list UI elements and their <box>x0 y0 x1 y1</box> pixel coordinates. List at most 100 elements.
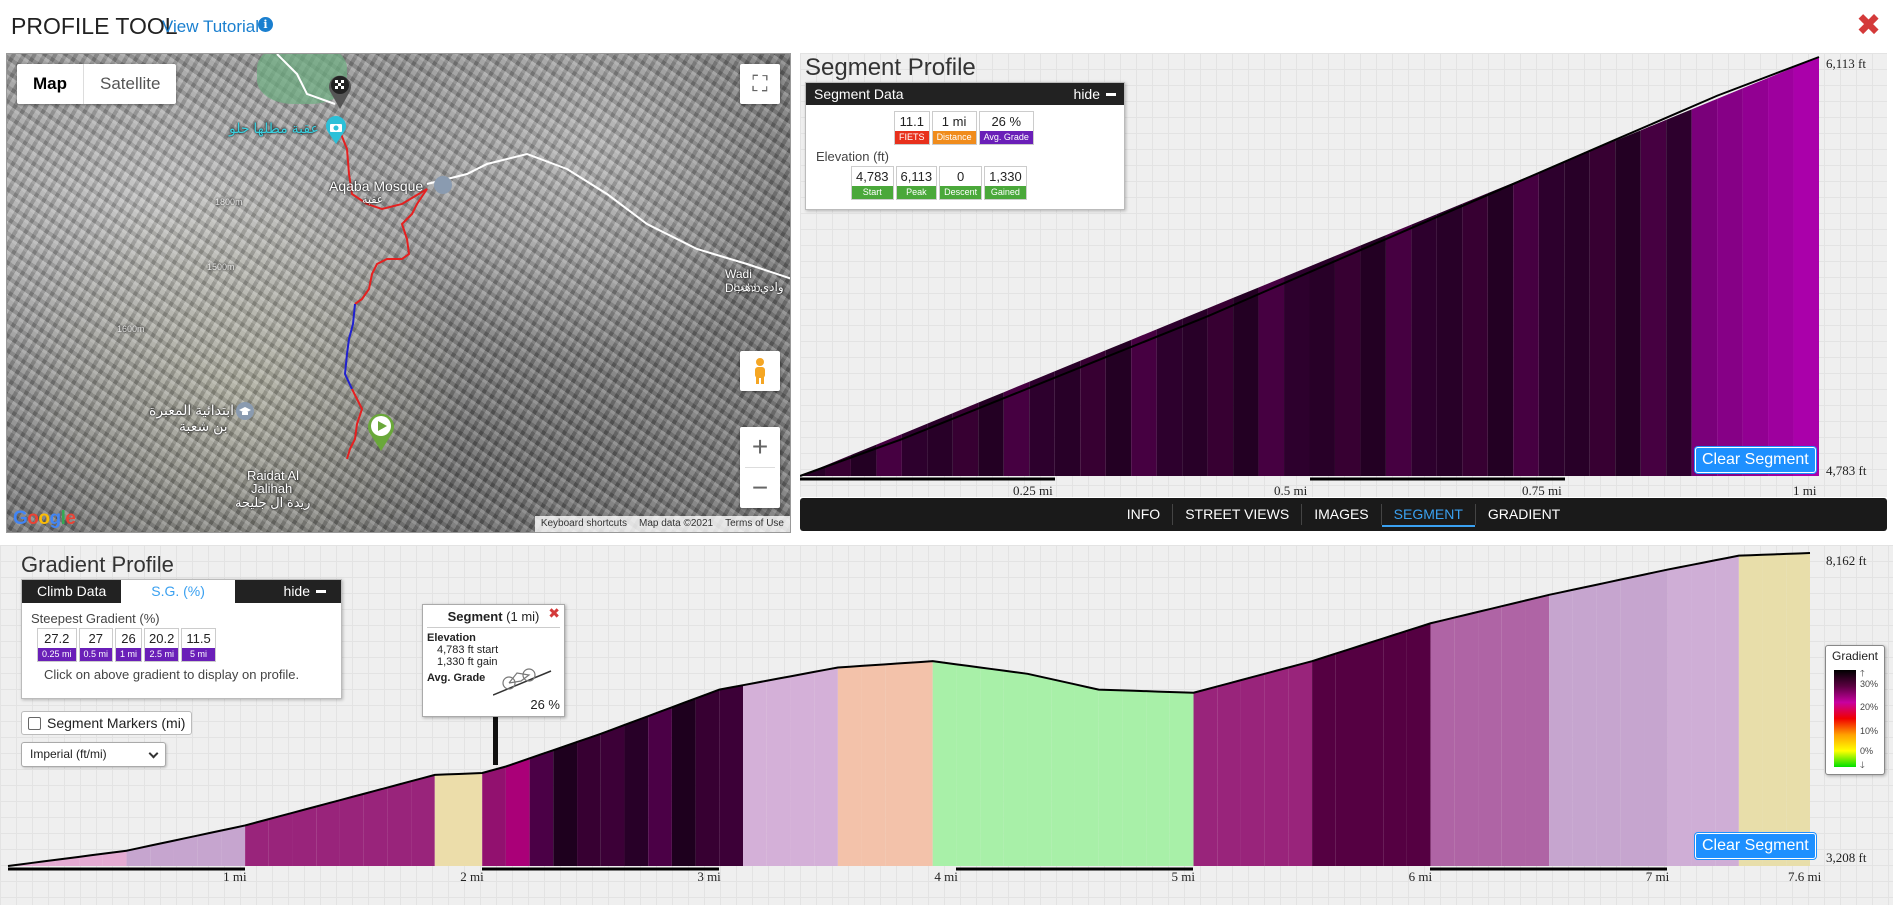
gradient-hint: Click on above gradient to display on pr… <box>44 667 300 682</box>
segment-area-slice <box>1054 360 1081 476</box>
segment-area-slice <box>1768 67 1794 476</box>
gradient-y-top-label: 8,162 ft <box>1826 553 1867 568</box>
segment-markers-label: Segment Markers (mi) <box>47 715 186 731</box>
elevation-label: Elevation (ft) <box>816 149 889 164</box>
bicycle-icon <box>493 668 552 696</box>
mosque-icon[interactable] <box>433 175 453 195</box>
segment-markers-toggle[interactable]: Segment Markers (mi) <box>21 711 193 735</box>
gradient-area-slice <box>695 689 720 866</box>
stat-chip[interactable]: 1,330 Gained <box>984 166 1027 200</box>
stat-chip[interactable]: 26 1 mi <box>115 628 143 662</box>
legend-down-icon: 🡓 <box>1860 760 1865 770</box>
gradient-area-slice <box>885 662 909 866</box>
units-select-value: Imperial (ft/mi) <box>30 747 107 761</box>
gradient-area-slice <box>932 661 957 866</box>
route-overlay <box>276 54 790 460</box>
segment-area-slice <box>1666 109 1692 476</box>
climb-hide-button[interactable]: hide <box>269 580 341 603</box>
map-type-satellite[interactable]: Satellite <box>84 64 176 104</box>
stat-chip[interactable]: 26 % Avg. Grade <box>978 111 1034 145</box>
gradient-area-slice <box>1572 584 1597 866</box>
stat-chip[interactable]: 20.2 2.5 mi <box>144 628 180 662</box>
camera-icon[interactable] <box>323 116 349 146</box>
stat-label: Distance <box>932 131 976 144</box>
gradient-area-slice <box>387 781 412 866</box>
sg-tab[interactable]: S.G. (%) <box>121 580 235 603</box>
info-icon[interactable]: i <box>258 17 273 32</box>
stat-chip[interactable]: 6,113 Peak <box>895 166 938 200</box>
climb-data-tab[interactable]: Climb Data <box>22 580 121 603</box>
tab-segment[interactable]: SEGMENT <box>1381 498 1476 531</box>
tooltip-elevation-label: Elevation <box>427 632 476 644</box>
gradient-area-slice <box>1454 611 1479 866</box>
steepest-gradient-label: Steepest Gradient (%) <box>31 611 160 626</box>
gradient-area-slice <box>648 707 672 866</box>
segment-data-hide-button[interactable]: hide <box>1074 86 1116 102</box>
tab-street-views[interactable]: STREET VIEWS <box>1173 498 1301 531</box>
pegman-icon[interactable] <box>740 351 780 391</box>
gradient-area-slice <box>837 665 862 866</box>
segment-markers-checkbox[interactable] <box>28 716 41 730</box>
units-select[interactable]: Imperial (ft/mi) <box>21 742 166 767</box>
stat-value: 27 <box>88 631 103 646</box>
stat-value: 0 <box>957 169 965 184</box>
keyboard-shortcuts-link[interactable]: Keyboard shortcuts <box>535 516 633 532</box>
map-type-map[interactable]: Map <box>17 64 84 104</box>
tooltip-close-icon[interactable]: ✖ <box>548 605 560 622</box>
gradient-x-tick: 2 mi <box>460 869 484 884</box>
segment-area-slice <box>1691 98 1718 477</box>
clear-segment-button[interactable]: Clear Segment <box>1695 447 1816 473</box>
gradient-area-slice <box>268 812 293 866</box>
stat-value: 1 mi <box>941 114 967 129</box>
stat-label: FIETS <box>895 131 929 144</box>
legend-tick: 0% <box>1860 746 1874 756</box>
segment-y-top-label: 6,113 ft <box>1826 56 1866 71</box>
gradient-area-slice <box>1098 689 1123 866</box>
close-icon[interactable]: ✖ <box>1856 8 1881 43</box>
clear-segment-button-gradient[interactable]: Clear Segment <box>1695 833 1816 859</box>
tab-gradient[interactable]: GRADIENT <box>1476 498 1572 531</box>
start-play-icon[interactable] <box>365 411 397 453</box>
gradient-area-slice <box>600 724 625 866</box>
tooltip-title: Segment (1 mi) <box>427 609 560 628</box>
tab-info[interactable]: INFO <box>1115 498 1172 531</box>
gradient-area-slice <box>505 758 530 866</box>
gradient-area-slice <box>956 664 981 866</box>
school-icon[interactable] <box>235 401 255 421</box>
stat-chip[interactable]: 0 Descent <box>939 166 983 200</box>
segment-elevation-stats: 4,783 Start 6,113 Peak 0 Descent 1,330 Gained <box>851 166 1124 200</box>
terms-of-use-link[interactable]: Terms of Use <box>719 516 790 532</box>
gradient-area-slice <box>1288 661 1313 866</box>
segment-tooltip: Segment (1 mi) ✖ Elevation 4,783 ft star… <box>422 604 565 717</box>
segment-x-tick: 0.75 mi <box>1522 483 1562 498</box>
gradient-area-slice <box>1596 579 1621 866</box>
map-view[interactable]: Map Satellite ⛶ + − عقبة مطلها حلو Aqaba… <box>6 53 791 533</box>
stat-chip[interactable]: 4,783 Start <box>851 166 894 200</box>
segment-area-slice <box>1462 193 1488 477</box>
stat-chip[interactable]: 11.5 5 mi <box>181 628 216 662</box>
fullscreen-icon[interactable]: ⛶ <box>740 64 780 104</box>
stat-chip[interactable]: 27 0.5 mi <box>78 628 114 662</box>
stat-chip[interactable]: 11.1 FIETS <box>894 111 930 145</box>
segment-area-slice <box>1742 77 1769 476</box>
tab-images[interactable]: IMAGES <box>1302 498 1380 531</box>
stat-chip[interactable]: 1 mi Distance <box>931 111 977 145</box>
gradient-x-tick: 6 mi <box>1408 869 1433 884</box>
gradient-area-slice <box>814 667 838 866</box>
map-label-raidat-ar: ريدة ال جليحة <box>235 495 311 510</box>
segment-profile-title: Segment Profile <box>805 54 976 81</box>
zoom-in-button[interactable]: + <box>740 427 780 467</box>
stat-label: 5 mi <box>182 648 215 661</box>
gradient-x-tick: 4 mi <box>934 869 958 884</box>
gradient-area-slice <box>316 800 340 866</box>
gradient-area-slice <box>743 680 767 866</box>
stat-value: 20.2 <box>149 631 175 646</box>
gradient-area-slice <box>1027 673 1052 866</box>
segment-area-slice <box>1207 297 1234 476</box>
finish-flag-icon[interactable] <box>325 71 355 111</box>
chevron-down-icon <box>148 748 159 759</box>
stat-chip[interactable]: 27.2 0.25 mi <box>37 628 77 662</box>
gradient-area-slice <box>1762 553 1787 866</box>
zoom-out-button[interactable]: − <box>740 468 780 508</box>
view-tutorial-link[interactable]: View Tutorial <box>162 17 259 37</box>
